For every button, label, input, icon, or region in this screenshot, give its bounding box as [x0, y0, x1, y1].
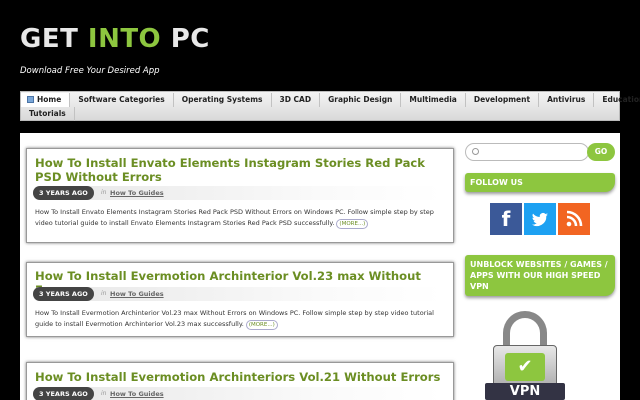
date-badge: 3 YEARS AGO [33, 287, 94, 301]
nav-item-operating-systems[interactable]: Operating Systems [174, 93, 272, 107]
site-tagline: Download Free Your Desired App [20, 66, 160, 76]
facebook-button[interactable]: f [490, 203, 522, 235]
search-icon [472, 148, 479, 155]
nav-item-development[interactable]: Development [466, 93, 540, 107]
site-title-part2: PC [161, 24, 210, 54]
twitter-button[interactable] [524, 203, 556, 235]
post-title[interactable]: How To Install Evermotion Archinteriors … [35, 370, 445, 384]
post-meta: 3 YEARS AGO in How To Guides [33, 287, 443, 301]
nav-item-antivirus[interactable]: Antivirus [539, 93, 595, 107]
nav-item-tutorials[interactable]: Tutorials [21, 107, 75, 121]
meta-in: in [101, 189, 107, 196]
rss-icon [558, 203, 590, 235]
date-badge: 3 YEARS AGO [33, 387, 94, 400]
meta-in: in [101, 290, 107, 297]
more-link[interactable]: (MORE...) [245, 320, 278, 330]
nav-item-education[interactable]: Education [594, 93, 640, 107]
vpn-label: VPN [485, 383, 565, 400]
post-excerpt: How To Install Evermotion Archinterior V… [35, 308, 447, 330]
site-title-part1: GET [20, 24, 88, 54]
post-title[interactable]: How To Install Envato Elements Instagram… [35, 156, 445, 184]
facebook-icon: f [501, 207, 511, 231]
search-input[interactable] [465, 143, 589, 161]
main-nav: Home Software Categories Operating Syste… [20, 91, 640, 121]
nav-label: Home [37, 95, 62, 104]
nav-item-multimedia[interactable]: Multimedia [401, 93, 466, 107]
post-meta: 3 YEARS AGO in How To Guides [33, 186, 443, 200]
category-link[interactable]: How To Guides [110, 387, 164, 400]
excerpt-text: How To Install Evermotion Archinterior V… [35, 309, 434, 328]
more-link[interactable]: (MORE...) [336, 219, 369, 229]
post-meta: 3 YEARS AGO in How To Guides [33, 387, 443, 400]
meta-in: in [101, 390, 107, 397]
nav-item-3d-cad[interactable]: 3D CAD [272, 93, 321, 107]
nav-item-graphic-design[interactable]: Graphic Design [320, 93, 402, 107]
post-card: How To Install Evermotion Archinteriors … [26, 362, 454, 400]
category-link[interactable]: How To Guides [110, 287, 164, 301]
twitter-icon [524, 203, 556, 235]
date-badge: 3 YEARS AGO [33, 186, 94, 200]
site-title[interactable]: GET INTO PC [20, 24, 210, 54]
home-icon [27, 96, 34, 103]
vpn-banner[interactable]: ✔ VPN [485, 311, 565, 400]
main-content: How To Install Envato Elements Instagram… [20, 133, 620, 400]
site-title-accent: INTO [87, 24, 162, 54]
follow-heading: FOLLOW US [465, 173, 615, 192]
category-link[interactable]: How To Guides [110, 186, 164, 200]
excerpt-text: How To Install Envato Elements Instagram… [35, 208, 434, 227]
post-card: How To Install Envato Elements Instagram… [26, 148, 454, 243]
rss-button[interactable] [558, 203, 590, 235]
post-card: How To Install Evermotion Archinterior V… [26, 262, 454, 337]
post-excerpt: How To Install Envato Elements Instagram… [35, 207, 447, 229]
vpn-heading: UNBLOCK WEBSITES / GAMES / APPS WITH OUR… [465, 255, 615, 296]
nav-item-software-categories[interactable]: Software Categories [70, 93, 174, 107]
checkmark-icon: ✔ [505, 353, 545, 381]
nav-item-home[interactable]: Home [21, 93, 71, 107]
search-button[interactable]: GO [587, 143, 615, 161]
